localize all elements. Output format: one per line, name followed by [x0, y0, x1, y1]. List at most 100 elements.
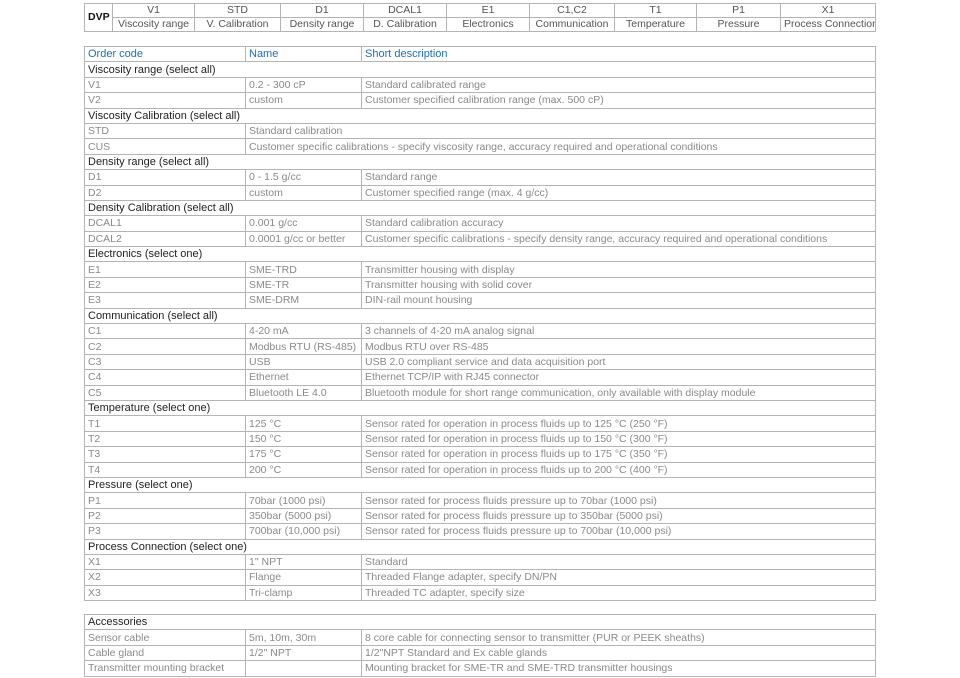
table-row: T4 200 °C Sensor rated for operation in pr…: [84, 461, 876, 478]
order-code-cell: V2: [84, 92, 246, 109]
name-cell: 0 - 1.5 g/cc: [245, 169, 362, 186]
table-row: E2 SME-TR Transmitter housing with solid c…: [84, 276, 876, 294]
description-cell: Transmitter housing with display: [361, 261, 876, 278]
code-strip-label: D. Calibration: [363, 17, 447, 32]
code-strip-code: T1: [614, 3, 697, 18]
code-strip-labels-row: Viscosity range V. Calibration Density r…: [85, 17, 876, 32]
name-cell: custom: [245, 184, 362, 201]
description-cell: Sensor rated for process fluids pressure…: [361, 507, 876, 525]
code-strip-code: C1,C2: [529, 3, 615, 18]
description-cell: Mounting bracket for SME-TR and SME-TRD …: [360, 660, 877, 677]
code-strip-code: V1: [112, 3, 195, 18]
table-row: V1 0.2 - 300 cP Standard calibrated range: [84, 76, 876, 94]
description-cell: USB 2.0 compliant service and data acqui…: [361, 353, 876, 371]
order-code-cell: C5: [84, 384, 246, 401]
name-cell: Tri-clamp: [245, 584, 362, 602]
description-cell: Threaded Flange adapter, specify DN/PN: [361, 569, 876, 586]
code-strip-code: P1: [696, 3, 781, 18]
section-header-row: Density Calibration (select all): [84, 199, 876, 217]
name-cell: Ethernet: [245, 369, 362, 386]
table-row: X1 1" NPT Standard: [84, 553, 876, 571]
table-row: P2 350bar (5000 psi) Sensor rated for proc…: [84, 507, 876, 525]
name-cell: Customer specific calibrations - specify…: [245, 138, 876, 155]
order-code-cell: DCAL1: [84, 215, 246, 232]
table-row: C1 4-20 mA 3 channels of 4-20 mA analog si…: [84, 323, 876, 340]
order-code-cell: D1: [84, 169, 246, 186]
table-row: C3 USB USB 2.0 compliant service and data …: [84, 353, 876, 371]
section-title: Pressure (select one): [84, 476, 876, 494]
table-row: V2 custom Customer specified calibration r…: [84, 92, 876, 109]
name-cell: 0.001 g/cc: [245, 215, 362, 232]
section-header-row: Pressure (select one): [84, 476, 876, 494]
order-code-cell: STD: [84, 122, 246, 140]
order-code-cell: X1: [84, 553, 246, 571]
description-cell: Customer specified range (max. 4 g/cc): [361, 184, 876, 201]
code-strip-label: Density range: [280, 17, 364, 32]
table-row: D1 0 - 1.5 g/cc Standard range: [84, 169, 876, 186]
name-cell: SME-TR: [245, 276, 362, 294]
order-code-cell: T2: [84, 430, 246, 448]
code-strip-label: Communication: [529, 17, 615, 32]
section-header-row: Density range (select all): [84, 153, 876, 171]
table-row: CUS Customer specific calibrations - spec…: [84, 138, 876, 155]
model-prefix: DVP: [84, 3, 113, 32]
code-strip-code: D1: [280, 3, 364, 18]
description-cell: Sensor rated for operation in process fl…: [361, 461, 876, 478]
code-strip-label: Process Connection: [780, 17, 876, 32]
section-title: Process Connection (select one): [84, 538, 876, 555]
name-cell: 200 °C: [245, 461, 362, 478]
name-cell: 1/2" NPT: [245, 644, 362, 662]
table-row: P1 70bar (1000 psi) Sensor rated for proce…: [84, 492, 876, 509]
section-header-row: Viscosity Calibration (select all): [84, 107, 876, 124]
table-row: C2 Modbus RTU (RS-485) Modbus RTU over RS-…: [84, 338, 876, 355]
order-code-cell: V1: [84, 76, 246, 94]
code-strip-label: V. Calibration: [194, 17, 281, 32]
order-code-cell: T1: [84, 415, 246, 432]
description-cell: Customer specific calibrations - specify…: [361, 230, 876, 248]
name-cell: 5m, 10m, 30m: [245, 629, 362, 646]
table-row: T2 150 °C Sensor rated for operation in pr…: [84, 430, 876, 448]
name-cell: USB: [245, 353, 362, 371]
table-row: X3 Tri-clamp Threaded TC adapter, specify …: [84, 584, 876, 602]
name-cell: Flange: [245, 569, 362, 586]
accessories-table: Accessories Sensor cable 5m, 10m, 30m 8 co…: [83, 613, 877, 677]
accessory-item-cell: Transmitter mounting bracket: [84, 660, 246, 677]
name-cell: Modbus RTU (RS-485): [245, 338, 362, 355]
section-title: Viscosity Calibration (select all): [84, 107, 876, 124]
order-code-cell: E3: [84, 292, 246, 309]
accessories-table-body: Accessories Sensor cable 5m, 10m, 30m 8 co…: [83, 613, 877, 677]
order-code-cell: E2: [84, 276, 246, 294]
table-row: T3 175 °C Sensor rated for operation in pr…: [84, 446, 876, 463]
order-code-cell: C1: [84, 323, 246, 340]
table-row: C4 Ethernet Ethernet TCP/IP with RJ45 conn…: [84, 369, 876, 386]
description-cell: Standard calibrated range: [361, 76, 876, 94]
description-cell: Customer specified calibration range (ma…: [361, 92, 876, 109]
header-order-code: Order code: [84, 45, 246, 63]
section-header-row: Electronics (select one): [84, 246, 876, 263]
description-cell: 8 core cable for connecting sensor to tr…: [360, 629, 877, 646]
name-cell: 4-20 mA: [245, 323, 362, 340]
table-row: P3 700bar (10,000 psi) Sensor rated for pr…: [84, 523, 876, 540]
name-cell: [245, 660, 362, 677]
order-code-cell: T4: [84, 461, 246, 478]
section-header-row: Viscosity range (select all): [84, 61, 876, 78]
code-strip-label: Temperature: [614, 17, 697, 32]
description-cell: Bluetooth module for short range communi…: [361, 384, 876, 401]
table-row: DCAL2 0.0001 g/cc or better Customer speci…: [84, 230, 876, 248]
options-table: Order code Name Short description Viscos…: [84, 45, 876, 602]
table-row: Transmitter mounting bracket Mounting bra…: [84, 660, 877, 677]
order-code-cell: X2: [84, 569, 246, 586]
section-header-row: Process Connection (select one): [84, 538, 876, 555]
code-strip-codes-row: DVP V1 STD D1 DCAL1 E1 C1,C2 T1 P1 X1: [84, 3, 876, 32]
name-cell: 0.2 - 300 cP: [245, 76, 362, 94]
description-cell: Sensor rated for operation in process fl…: [361, 430, 876, 448]
accessory-item-cell: Sensor cable: [84, 629, 246, 646]
table-row: Cable gland 1/2" NPT 1/2"NPT Standard and …: [84, 644, 877, 662]
description-cell: Sensor rated for process fluids pressure…: [361, 523, 876, 540]
name-cell: 125 °C: [245, 415, 362, 432]
description-cell: 3 channels of 4-20 mA analog signal: [361, 323, 876, 340]
code-strip-label: Pressure: [696, 17, 781, 32]
table-header-row: Order code Name Short description: [84, 45, 876, 63]
name-cell: 1" NPT: [245, 553, 362, 571]
description-cell: Standard range: [361, 169, 876, 186]
